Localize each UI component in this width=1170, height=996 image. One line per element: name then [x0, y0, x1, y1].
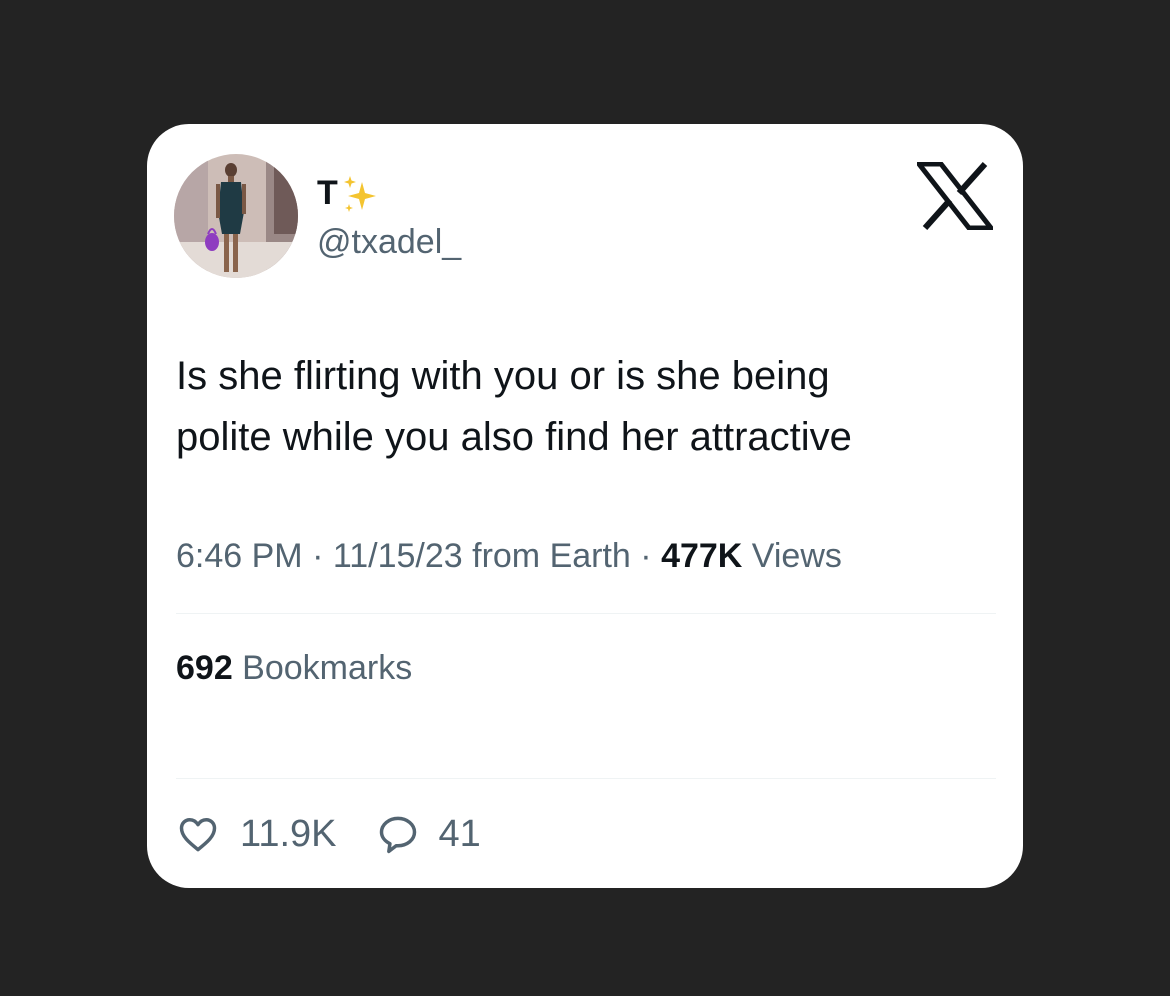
sparkles-icon: [343, 176, 376, 212]
like-button[interactable]: 11.9K: [176, 812, 336, 856]
divider: [176, 778, 996, 779]
tweet-text-line-2: polite while you also find her attractiv…: [176, 415, 852, 459]
display-name-text: T: [317, 174, 338, 212]
bookmarks-stat[interactable]: 692 Bookmarks: [176, 646, 412, 690]
x-logo-icon[interactable]: [917, 162, 993, 230]
views-count: 477K: [661, 537, 743, 575]
heart-icon: [179, 817, 217, 852]
tweet-date[interactable]: 11/15/23: [333, 537, 463, 575]
tweet-meta: 6:46 PM · 11/15/23 from Earth · 477K Vie…: [176, 534, 842, 578]
tweet-card: T @txadel_ Is she flirting with you or i…: [147, 124, 1023, 888]
tweet-source: from Earth: [462, 537, 631, 575]
bookmarks-label: Bookmarks: [232, 649, 413, 687]
meta-separator: ·: [302, 537, 333, 575]
reply-count: 41: [438, 812, 481, 855]
divider: [176, 613, 996, 614]
bookmarks-count: 692: [176, 649, 233, 687]
like-count: 11.9K: [240, 812, 337, 855]
views-label: Views: [742, 537, 842, 575]
profile-photo: [174, 154, 298, 278]
tweet-text-line-1: Is she flirting with you or is she being: [176, 354, 830, 398]
display-name[interactable]: T: [317, 168, 380, 218]
tweet-time[interactable]: 6:46 PM: [176, 537, 303, 575]
user-handle[interactable]: @txadel_: [317, 222, 461, 262]
action-bar: 11.9K 41: [176, 808, 481, 860]
meta-separator: ·: [630, 537, 662, 575]
tweet-text: Is she flirting with you or is she being…: [176, 346, 996, 468]
reply-button[interactable]: 41: [376, 812, 481, 856]
avatar[interactable]: [174, 154, 298, 278]
speech-bubble-icon: [380, 816, 417, 854]
